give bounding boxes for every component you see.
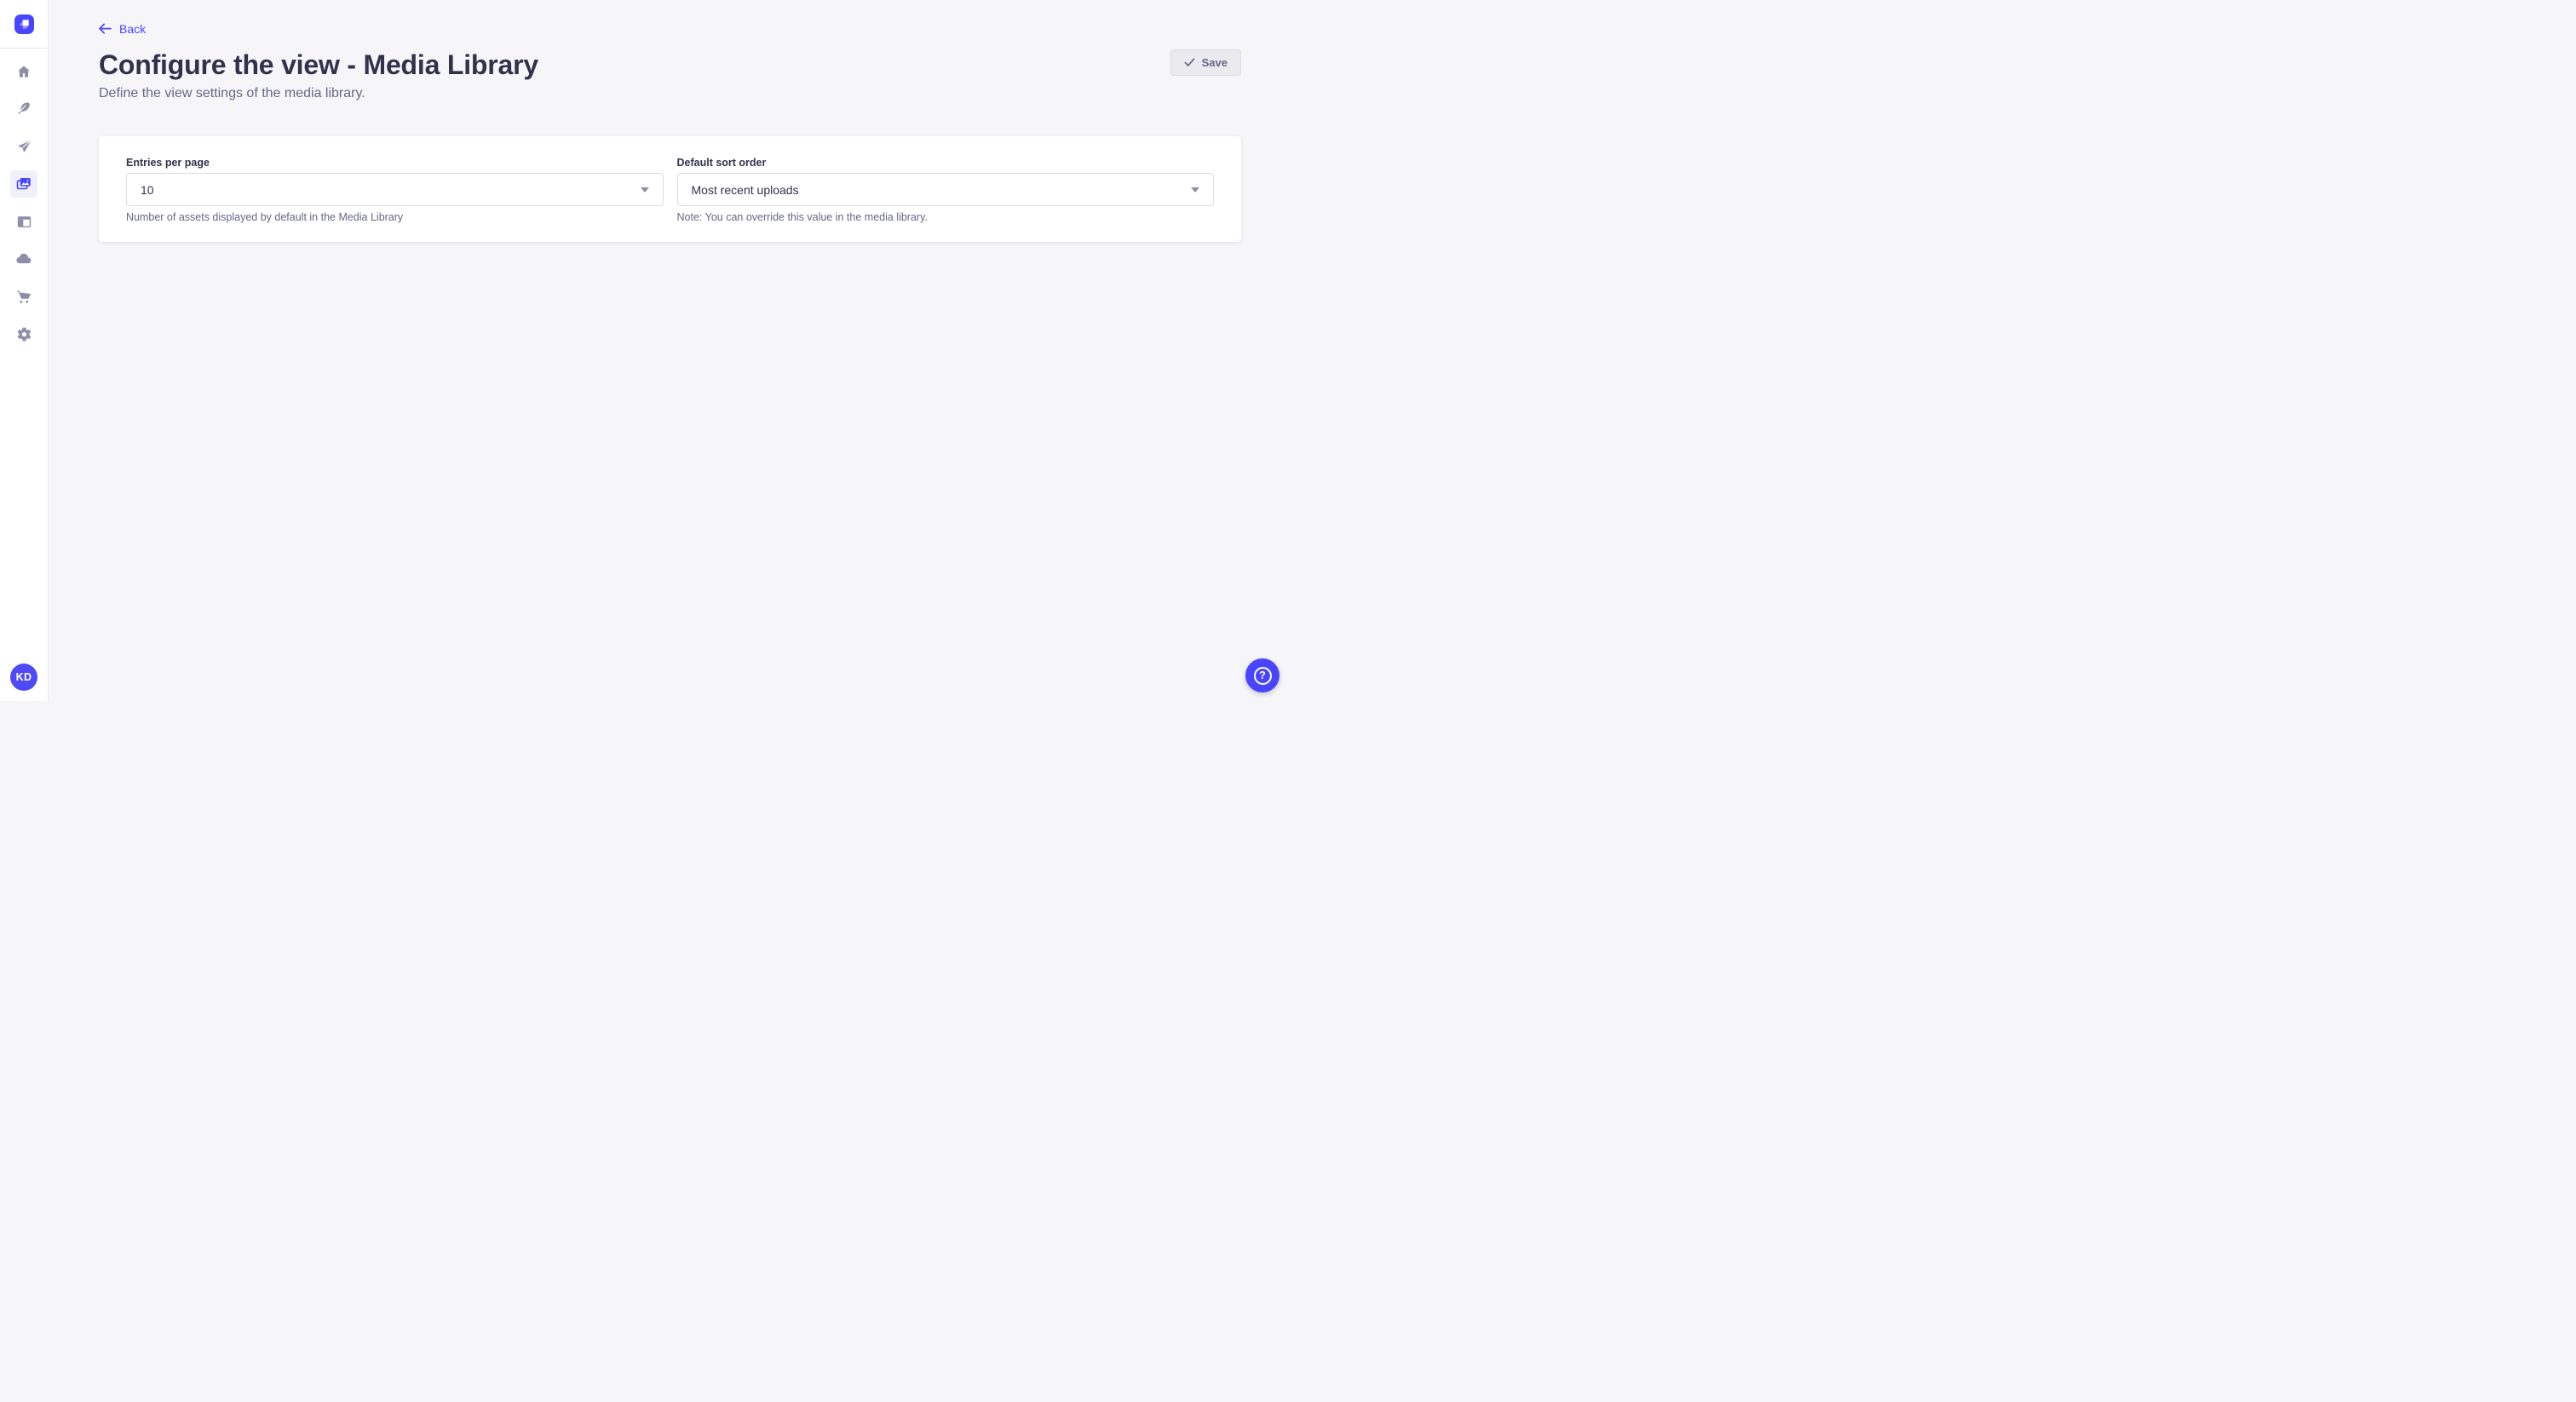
field-hint: Number of assets displayed by default in… <box>126 211 664 224</box>
app-logo[interactable] <box>14 14 34 34</box>
save-button[interactable]: Save <box>1170 49 1241 76</box>
field-default-sort-order: Default sort order Most recent uploads N… <box>677 157 1215 242</box>
back-arrow-icon <box>98 23 112 35</box>
sidebar-item-media-library[interactable] <box>10 170 37 198</box>
sidebar-nav <box>0 49 48 348</box>
check-icon <box>1184 58 1195 67</box>
field-hint: Note: You can override this value in the… <box>677 211 1215 224</box>
strapi-logo-icon <box>14 14 34 34</box>
sidebar: KD <box>0 0 49 701</box>
select-value: Most recent uploads <box>692 183 799 197</box>
field-label: Entries per page <box>126 157 664 170</box>
chevron-down-icon <box>1191 187 1199 192</box>
page-subtitle: Define the view settings of the media li… <box>99 86 365 101</box>
paper-plane-icon <box>16 139 32 155</box>
layout-icon <box>16 214 32 230</box>
feather-icon <box>16 101 32 117</box>
avatar[interactable]: KD <box>10 664 37 691</box>
chevron-down-icon <box>641 187 649 192</box>
save-label: Save <box>1202 56 1228 69</box>
select-value: 10 <box>141 183 154 197</box>
field-entries-per-page: Entries per page 10 Number of assets dis… <box>126 157 664 242</box>
back-link[interactable]: Back <box>98 22 146 36</box>
question-mark-icon: ? <box>1254 667 1272 685</box>
back-label: Back <box>119 22 146 36</box>
field-label: Default sort order <box>677 157 1215 170</box>
cart-icon <box>16 289 32 305</box>
sidebar-header <box>0 0 48 49</box>
sidebar-item-cloud[interactable] <box>10 245 37 273</box>
avatar-initials: KD <box>16 671 32 683</box>
cloud-icon <box>15 250 32 267</box>
sidebar-item-home[interactable] <box>10 58 37 85</box>
default-sort-order-select[interactable]: Most recent uploads <box>677 173 1215 206</box>
sidebar-item-content-manager[interactable] <box>10 95 37 123</box>
entries-per-page-select[interactable]: 10 <box>126 173 664 206</box>
media-library-icon <box>15 175 32 192</box>
help-button[interactable]: ? <box>1245 658 1279 692</box>
sidebar-item-settings[interactable] <box>10 320 37 348</box>
page-title: Configure the view - Media Library <box>99 48 538 82</box>
sidebar-item-releases[interactable] <box>10 133 37 160</box>
sidebar-item-content-type-builder[interactable] <box>10 208 37 235</box>
gear-icon <box>16 326 32 342</box>
settings-card: Entries per page 10 Number of assets dis… <box>99 136 1241 242</box>
home-icon <box>16 64 32 79</box>
sidebar-item-marketplace[interactable] <box>10 283 37 310</box>
app-root: KD Back Configure the view - Media Libra… <box>0 0 1288 701</box>
